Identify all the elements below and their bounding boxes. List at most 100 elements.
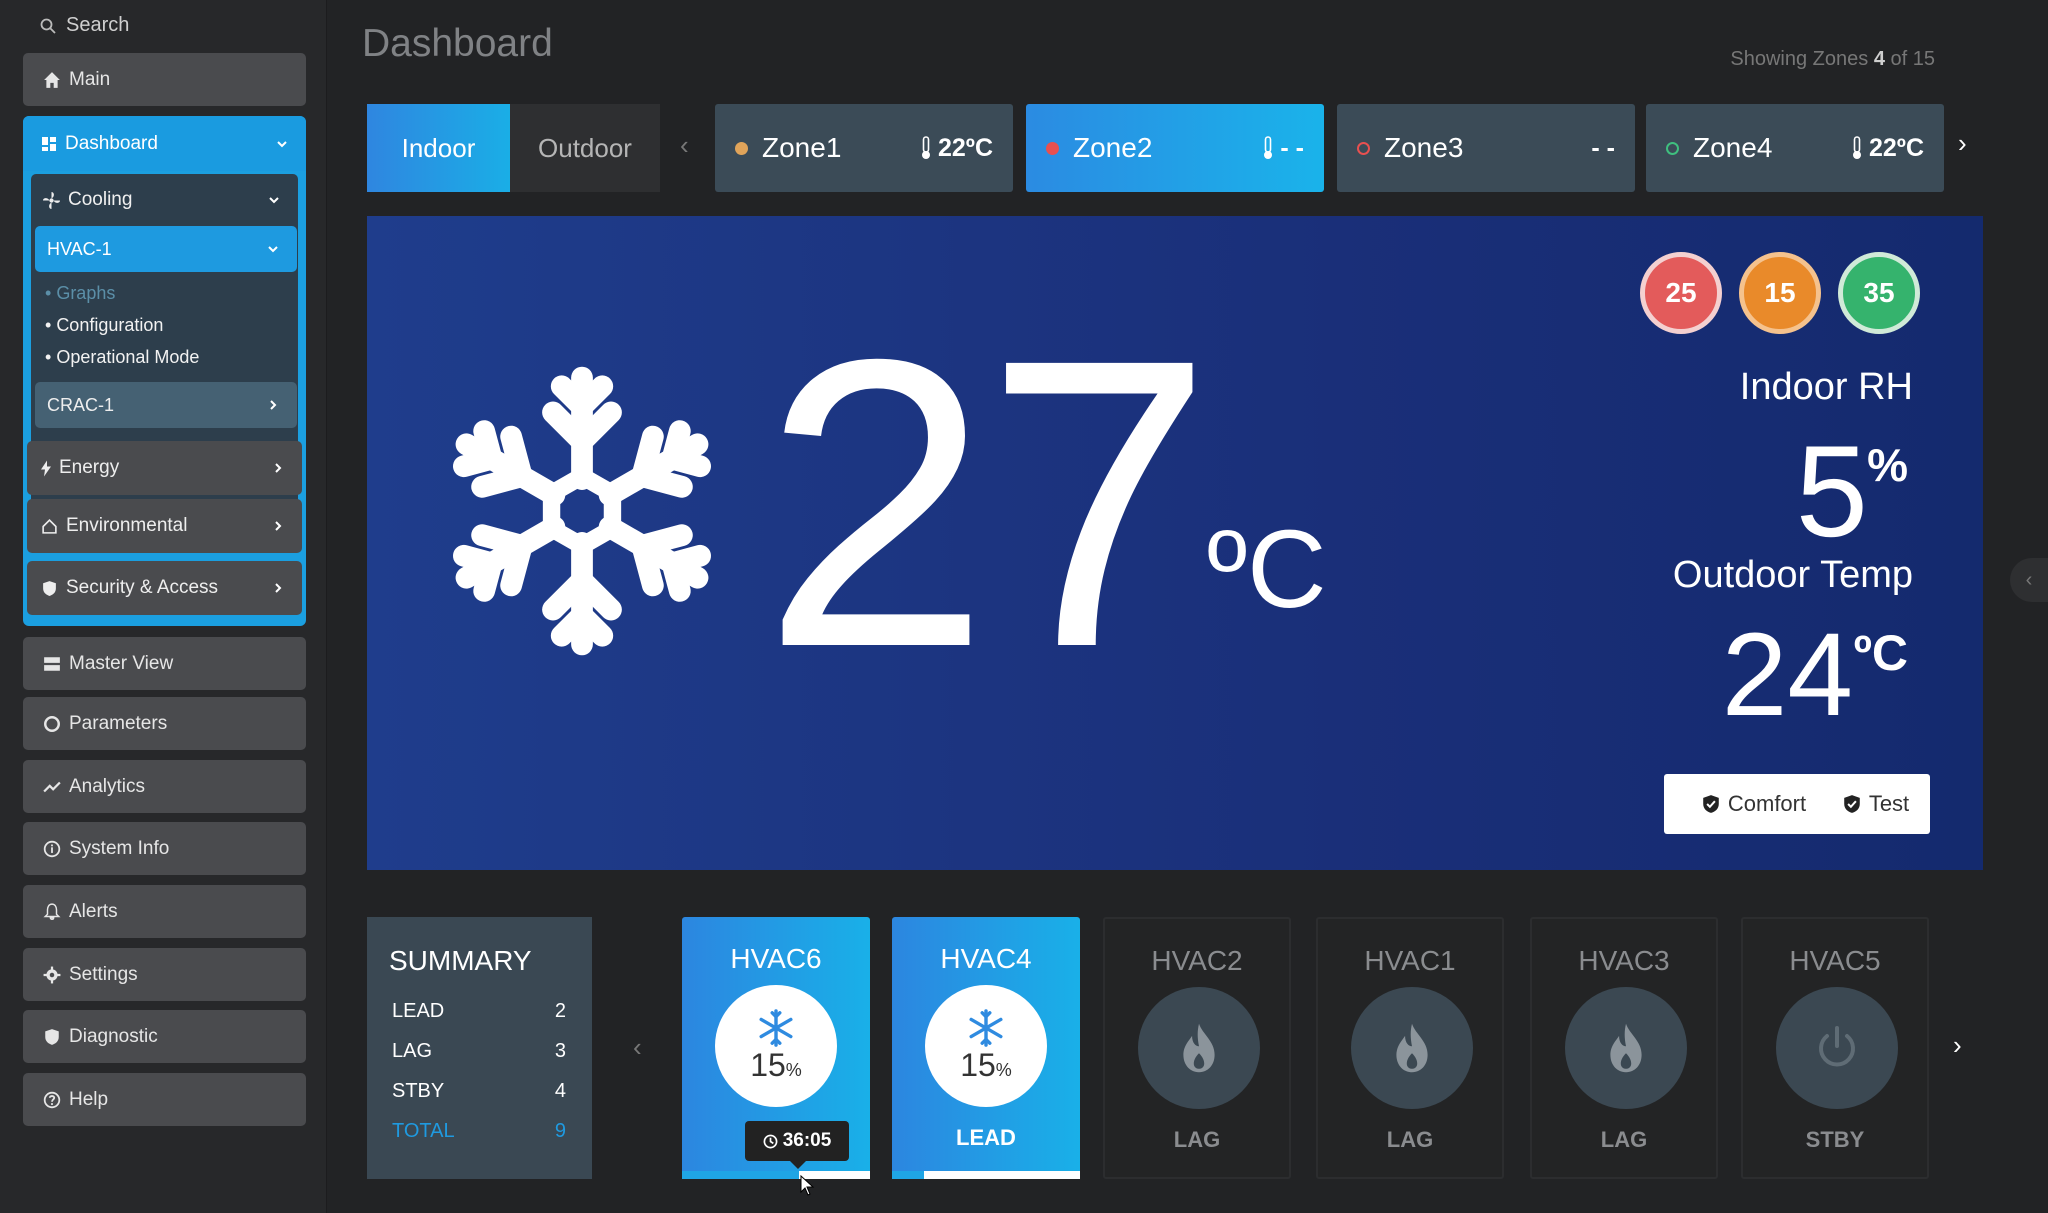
sidebar-item-analytics[interactable]: Analytics — [23, 760, 306, 813]
clock-icon — [763, 1134, 778, 1148]
chevron-right-icon — [275, 583, 282, 593]
grid-icon — [41, 136, 57, 152]
hvac-timer-tooltip: 36:05 — [745, 1121, 849, 1169]
sidebar-item-label: Environmental — [66, 515, 188, 536]
chevron-right-icon — [270, 400, 277, 410]
units-next-arrow[interactable]: › — [1953, 1030, 1962, 1061]
side-panel-toggle[interactable]: ‹ — [2010, 558, 2048, 602]
sidebar-item-label: Energy — [59, 457, 120, 478]
dashboard-group: Dashboard Cooling HVAC-1 • Graphs • Conf… — [23, 116, 306, 626]
summary-label: LEAD — [392, 999, 445, 1022]
indoor-temperature-value: 27 — [762, 274, 1213, 732]
zone-card-2[interactable]: Zone2 - - — [1026, 104, 1324, 192]
sidebar-item-dashboard[interactable]: Dashboard — [23, 116, 306, 171]
hvac-name: HVAC1 — [1364, 945, 1456, 976]
sidebar-item-help[interactable]: Help — [23, 1073, 306, 1126]
sidebar-item-diagnostic[interactable]: Diagnostic — [23, 1010, 306, 1063]
search-box[interactable]: Search — [40, 14, 129, 37]
hvac-card-hvac5[interactable]: HVAC5 STBY — [1741, 917, 1929, 1179]
zone-name: Zone2 — [1073, 132, 1153, 163]
page-title: Dashboard — [362, 22, 553, 65]
hvac-gauge — [1351, 987, 1473, 1109]
sidebar-subitem-graphs[interactable]: • Graphs — [45, 283, 115, 304]
tab-indoor[interactable]: Indoor — [367, 104, 510, 192]
sidebar-subitem-operational-mode[interactable]: • Operational Mode — [45, 347, 199, 368]
indoor-rh-label: Indoor RH — [1739, 366, 1913, 408]
alarm-badge-green[interactable]: 35 — [1838, 252, 1920, 334]
zones-prev-arrow[interactable]: ‹ — [680, 130, 689, 161]
zone-status-dot — [1666, 141, 1679, 155]
house-icon — [42, 518, 57, 534]
sidebar-item-label: Cooling — [68, 189, 133, 210]
sidebar-item-security-access[interactable]: Security & Access — [27, 561, 302, 615]
hvac-timer-value: 36:05 — [782, 1130, 832, 1151]
hvac-name: HVAC2 — [1151, 945, 1243, 976]
sidebar-item-master-view[interactable]: Master View — [23, 637, 306, 690]
test-button-label: Test — [1868, 791, 1910, 816]
hvac-name: HVAC6 — [730, 943, 822, 974]
ring-icon — [43, 715, 61, 733]
comfort-button[interactable]: Comfort — [1664, 774, 1844, 834]
zone-status-dot — [1046, 141, 1059, 155]
test-button[interactable]: Test — [1822, 774, 1930, 834]
sidebar-item-label: Settings — [69, 963, 138, 985]
sidebar-item-label: Main — [69, 68, 111, 90]
alarm-badge-red[interactable]: 25 — [1640, 252, 1722, 334]
hvac-status: LAG — [1386, 1127, 1434, 1152]
sidebar-item-energy[interactable]: Energy — [27, 441, 302, 495]
chevron-right-icon — [275, 521, 282, 531]
hvac-progress-bar — [892, 1171, 1080, 1179]
zone-card-1[interactable]: Zone1 22ºC — [715, 104, 1013, 192]
sidebar-item-label: Parameters — [69, 712, 168, 734]
sidebar-item-label: Operational Mode — [56, 347, 200, 367]
alarm-badge-orange[interactable]: 15 — [1739, 252, 1821, 334]
home-icon — [43, 71, 61, 89]
sidebar: Search Main Dashboard Cooling HVAC-1 • G… — [0, 0, 327, 1213]
zone-temp: - - — [1262, 134, 1304, 163]
thermometer-icon — [1264, 136, 1273, 159]
sidebar-item-alerts[interactable]: Alerts — [23, 885, 306, 938]
zone-card-4[interactable]: Zone4 22ºC — [1646, 104, 1944, 192]
sidebar-subitem-configuration[interactable]: • Configuration — [45, 315, 163, 336]
hvac-card-hvac1[interactable]: HVAC1 LAG — [1316, 917, 1504, 1179]
location-tabs: Indoor Outdoor — [367, 104, 660, 192]
zone-name: Zone3 — [1384, 132, 1464, 163]
zone-card-3[interactable]: Zone3 - - — [1337, 104, 1635, 192]
flame-icon — [1610, 1023, 1642, 1073]
hvac-gauge — [1776, 987, 1898, 1109]
sidebar-item-label: Diagnostic — [69, 1025, 158, 1047]
showing-total: of 15 — [1890, 48, 1935, 70]
hvac-card-hvac4[interactable]: HVAC4 15% LEAD — [892, 917, 1080, 1179]
sidebar-item-parameters[interactable]: Parameters — [23, 697, 306, 750]
chevron-right-icon — [275, 463, 282, 473]
zones-next-arrow[interactable]: › — [1958, 128, 1967, 159]
showing-count: 4 — [1873, 48, 1885, 70]
hvac-card-hvac6[interactable]: HVAC6 15% 36:05 — [682, 917, 870, 1179]
sidebar-item-system-info[interactable]: System Info — [23, 822, 306, 875]
sidebar-item-main[interactable]: Main — [23, 53, 306, 106]
sidebar-item-hvac-1[interactable]: HVAC-1 — [35, 226, 297, 272]
hvac-card-hvac3[interactable]: HVAC3 LAG — [1530, 917, 1718, 1179]
hero-panel: 27 ºC 25 15 35 Indoor RH 5 % Outdoor Tem… — [367, 216, 1983, 870]
hvac-status: STBY — [1805, 1127, 1865, 1152]
sidebar-item-crac-1[interactable]: CRAC-1 — [35, 382, 297, 428]
hvac-name: HVAC4 — [940, 943, 1032, 974]
hvac-name: HVAC5 — [1789, 945, 1881, 976]
tab-outdoor[interactable]: Outdoor — [510, 104, 660, 192]
sidebar-item-settings[interactable]: Settings — [23, 948, 306, 1001]
sidebar-item-label: Security & Access — [66, 577, 219, 598]
thermometer-icon — [922, 136, 930, 159]
bolt-icon — [41, 460, 51, 476]
chevron-down-icon — [269, 197, 279, 204]
sidebar-item-cooling[interactable]: Cooling — [31, 174, 298, 226]
zones-count-label: Showing Zones 4 of 15 — [1730, 48, 1935, 71]
snowflake-icon — [437, 366, 727, 656]
sidebar-item-label: CRAC-1 — [47, 394, 115, 415]
zone-temp-value: 22ºC — [1869, 133, 1924, 162]
hvac-card-hvac2[interactable]: HVAC2 LAG — [1103, 917, 1291, 1179]
chevron-left-icon: ‹ — [2025, 568, 2033, 591]
hvac-progress-bar — [682, 1171, 870, 1179]
sidebar-item-environmental[interactable]: Environmental — [27, 499, 302, 553]
units-prev-arrow[interactable]: ‹ — [633, 1032, 642, 1063]
mouse-cursor-icon — [800, 1175, 815, 1196]
